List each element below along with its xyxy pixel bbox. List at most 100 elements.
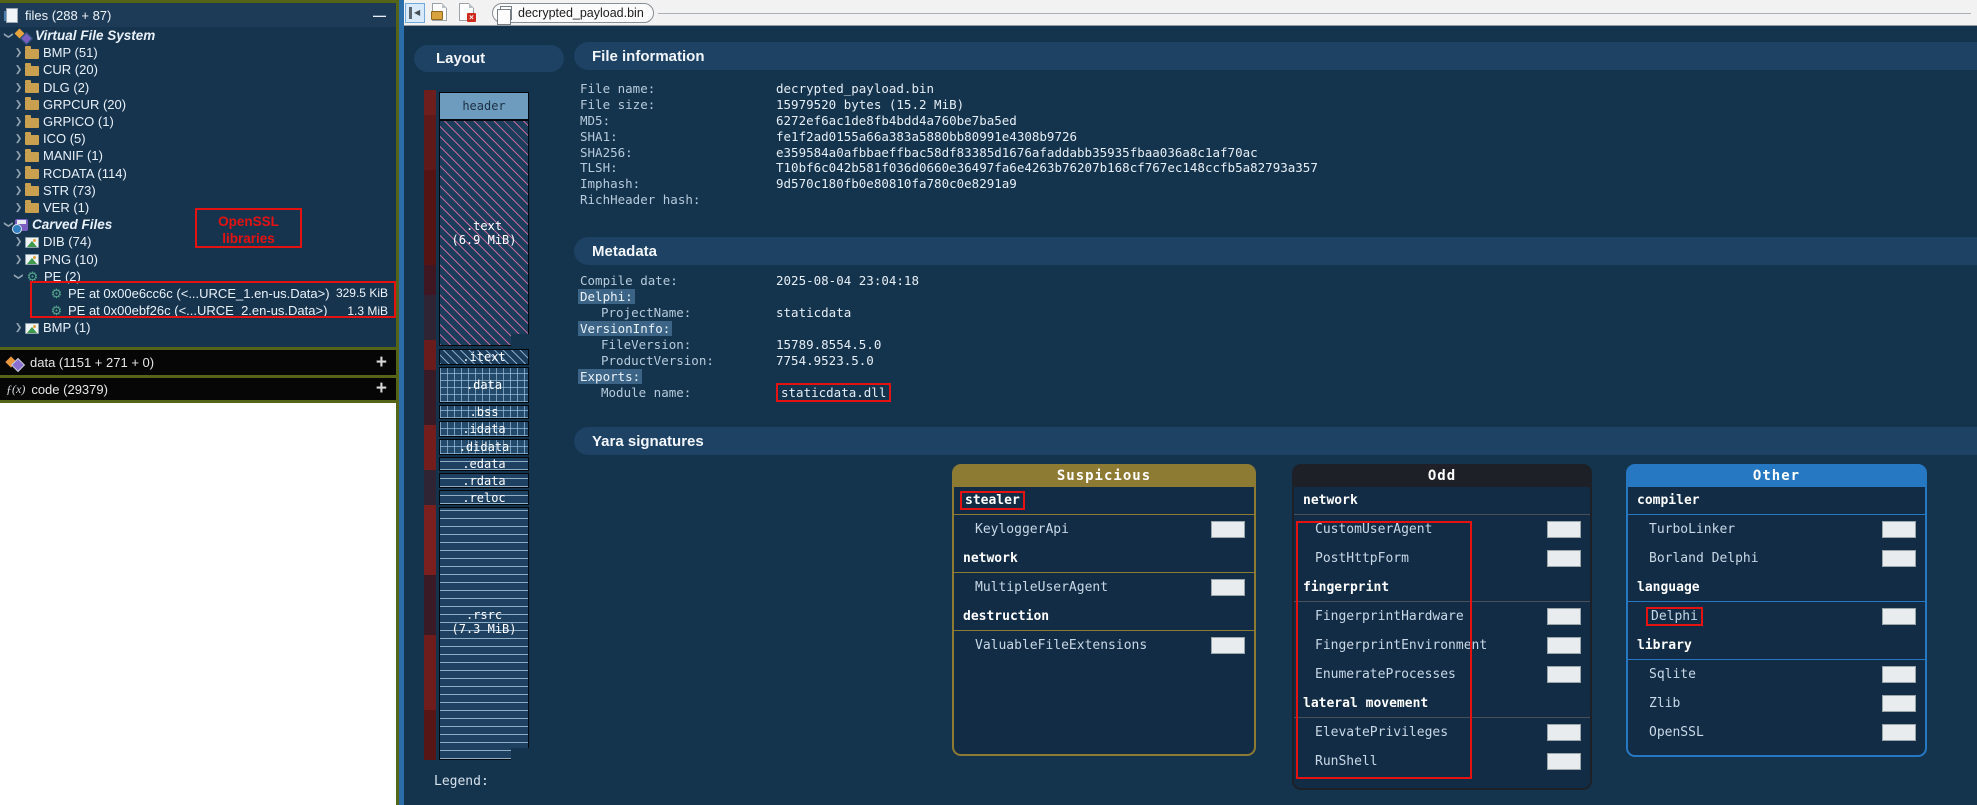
yara-rule-row[interactable]: CustomUserAgent [1294, 515, 1590, 544]
yara-category-label: destruction [963, 609, 1049, 624]
field-value: 6272ef6ac1de8fb4bdd4a760be7ba5ed [776, 113, 1017, 128]
chevron-collapsed-icon[interactable]: ❯ [12, 236, 25, 247]
tree-item-label: RCDATA (114) [43, 166, 127, 181]
chevron-collapsed-icon[interactable]: ❯ [12, 64, 25, 75]
field-label: File name: [580, 81, 776, 96]
yara-category: library [1628, 631, 1925, 660]
tab-bar: decrypted_payload.bin [404, 0, 1977, 26]
field-label: File size: [580, 97, 776, 112]
data-panel-header[interactable]: data (1151 + 271 + 0) + [0, 350, 396, 375]
main-view: decrypted_payload.bin Layout header.text… [404, 0, 1977, 805]
collapse-sidebar-button[interactable] [405, 3, 425, 23]
chevron-collapsed-icon[interactable]: ❯ [12, 168, 25, 179]
tree-item[interactable]: ❯ BMP (51) [0, 44, 396, 61]
extract-file-button[interactable] [432, 3, 447, 21]
match-strength-gauge [1882, 666, 1916, 683]
chevron-expanded-icon[interactable]: ❯ [13, 270, 24, 283]
yara-rule-row[interactable]: PostHttpForm [1294, 544, 1590, 573]
entropy-segment [424, 505, 436, 575]
yara-rule-row[interactable]: Sqlite [1628, 660, 1925, 689]
chevron-collapsed-icon[interactable]: ❯ [12, 150, 25, 161]
section-name: .edata [462, 457, 505, 471]
section-block-rsrc[interactable]: .rsrc(7.3 MiB) [439, 507, 529, 760]
tree-item[interactable]: ❯GRPCUR (20) [0, 96, 396, 113]
field-label: Compile date: [580, 273, 776, 288]
section-block-itext[interactable]: .itext [439, 349, 529, 365]
files-panel-header[interactable]: files (288 + 87) — [0, 3, 396, 27]
tree-item[interactable]: ❯ RCDATA (114) [0, 165, 396, 182]
chevron-collapsed-icon[interactable]: ❯ [12, 202, 25, 213]
chevron-collapsed-icon[interactable]: ❯ [12, 185, 25, 196]
chevron-collapsed-icon[interactable]: ❯ [12, 99, 25, 110]
chevron-expanded-icon[interactable]: ❯ [3, 29, 14, 42]
tree-item[interactable]: ❯ICO (5) [0, 130, 396, 147]
yara-rule-label: CustomUserAgent [1315, 522, 1432, 537]
section-label: .rsrc(7.3 MiB) [440, 608, 528, 636]
chevron-collapsed-icon[interactable]: ❯ [12, 322, 25, 333]
tree-item[interactable]: ❯CUR (20) [0, 61, 396, 78]
tree-item[interactable]: ❯Virtual File System [0, 27, 396, 44]
tree-item-label: VER (1) [43, 200, 89, 215]
section-block-bss[interactable]: .bss [439, 405, 529, 419]
yara-rule-label: Borland Delphi [1649, 551, 1759, 566]
tree-item[interactable]: ❯ DLG (2) [0, 79, 396, 96]
section-name: .rsrc [440, 608, 528, 622]
entropy-segment [424, 370, 436, 425]
yara-section-header: Yara signatures [574, 427, 1977, 455]
chevron-collapsed-icon[interactable]: ❯ [12, 82, 25, 93]
section-block-edata[interactable]: .edata [439, 457, 529, 471]
tree-item[interactable]: ❯BMP (1) [0, 319, 396, 336]
yara-rule-row[interactable]: OpenSSL [1628, 718, 1925, 747]
match-strength-gauge [1547, 666, 1581, 683]
section-block-rdata[interactable]: .rdata [439, 473, 529, 488]
field-label: Exports: [580, 369, 776, 384]
section-block-data[interactable]: .data [439, 367, 529, 403]
yara-rule-row[interactable]: Borland Delphi [1628, 544, 1925, 573]
yara-rule-row[interactable]: FingerprintEnvironment [1294, 631, 1590, 660]
tree-item[interactable]: ❯PNG (10) [0, 250, 396, 267]
yara-category-label: stealer [960, 491, 1025, 510]
yara-rule-row[interactable]: Delphi [1628, 602, 1925, 631]
yara-category: stealer [954, 486, 1254, 515]
close-file-button[interactable] [459, 3, 474, 21]
section-block-reloc[interactable]: .reloc [439, 490, 529, 505]
section-block-didata[interactable]: .didata [439, 439, 529, 455]
tree-item[interactable]: ❯GRPICO (1) [0, 113, 396, 130]
yara-rule-row[interactable]: EnumerateProcesses [1294, 660, 1590, 689]
match-strength-gauge [1547, 550, 1581, 567]
tree-item[interactable]: ❯MANIF (1) [0, 147, 396, 164]
chevron-collapsed-icon[interactable]: ❯ [12, 254, 25, 265]
folder-icon [25, 83, 39, 93]
info-row: ProductVersion:7754.9523.5.0 [580, 352, 1960, 368]
entropy-segment [424, 575, 436, 635]
tree-item-label: BMP (51) [43, 45, 98, 60]
chevron-collapsed-icon[interactable]: ❯ [12, 133, 25, 144]
yara-category-label: network [1303, 493, 1358, 508]
chevron-collapsed-icon[interactable]: ❯ [12, 116, 25, 127]
entropy-strip[interactable] [424, 90, 436, 760]
yara-rule-row[interactable]: KeyloggerApi [954, 515, 1254, 544]
add-code-button[interactable]: + [376, 382, 387, 396]
section-block-header[interactable]: header [439, 92, 529, 120]
yara-rule-row[interactable]: Zlib [1628, 689, 1925, 718]
yara-rule-row[interactable]: FingerprintHardware [1294, 602, 1590, 631]
chevron-collapsed-icon[interactable]: ❯ [12, 47, 25, 58]
tree-item-label: DLG (2) [43, 80, 89, 95]
add-data-button[interactable]: + [376, 356, 387, 370]
tree-item[interactable]: ❯STR (73) [0, 182, 396, 199]
tab-decrypted-payload[interactable]: decrypted_payload.bin [492, 3, 654, 23]
entropy-segment [424, 710, 436, 760]
yara-rule-row[interactable]: ValuableFileExtensions [954, 631, 1254, 660]
yara-rule-row[interactable]: ElevatePrivileges [1294, 718, 1590, 747]
minimize-icon[interactable]: — [373, 8, 386, 23]
yara-rule-row[interactable]: TurboLinker [1628, 515, 1925, 544]
section-block-text[interactable]: .text(6.9 MiB) [439, 120, 529, 346]
yara-rule-row[interactable]: RunShell [1294, 747, 1590, 776]
info-row: RichHeader hash: [580, 192, 1960, 208]
section-block-idata[interactable]: .idata [439, 421, 529, 437]
folder-icon [25, 66, 39, 76]
yara-rule-row[interactable]: MultipleUserAgent [954, 573, 1254, 602]
code-panel-header[interactable]: ƒ(x) code (29379) + [0, 378, 396, 400]
yara-rule-label: RunShell [1315, 754, 1378, 769]
info-row: Imphash:9d570c180fb0e80810fa780c0e8291a9 [580, 176, 1960, 192]
